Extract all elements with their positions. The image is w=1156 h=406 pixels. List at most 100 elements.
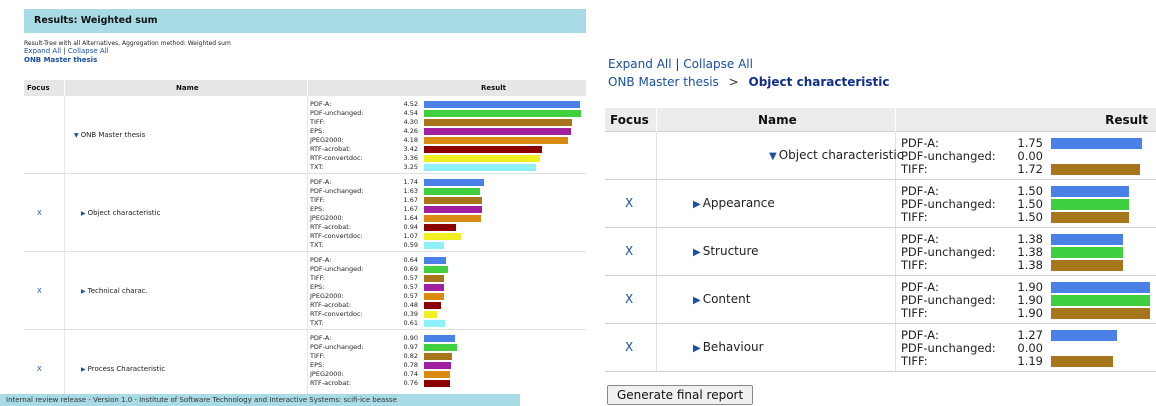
result-value: 0.82 bbox=[403, 352, 418, 360]
result-bar bbox=[424, 215, 481, 222]
table-row-behaviour: X ▶ Behaviour PDF-A: 1.27 PDF-unchanged: 0.00 T… bbox=[605, 324, 1156, 372]
result-line: EPS: 0.78 bbox=[310, 361, 582, 370]
expanded-triangle-icon[interactable]: ▼ bbox=[74, 132, 79, 139]
results-title-bar: Results: Weighted sum bbox=[24, 9, 586, 33]
column-divider bbox=[656, 324, 657, 371]
focus-link[interactable]: X bbox=[625, 196, 633, 210]
collapsed-triangle-icon[interactable]: ▶ bbox=[81, 210, 86, 217]
result-line: PDF-A: 4.52 bbox=[310, 100, 582, 109]
table-body: ▼ ONB Master thesis PDF-A: 4.52 PDF-unchange… bbox=[24, 96, 586, 406]
column-divider bbox=[895, 180, 896, 227]
focus-link[interactable]: X bbox=[37, 209, 42, 217]
tree-node[interactable]: ▼ Object characteristic bbox=[769, 148, 903, 162]
table-row-technical-charac: X ▶ Technical charac. PDF-A: 0.64 PDF-unchang… bbox=[24, 252, 586, 330]
result-list: PDF-A: 1.27 PDF-unchanged: 0.00 TIFF: 1.19 bbox=[901, 329, 1155, 368]
alternative-label: PDF-unchanged: bbox=[310, 187, 364, 195]
tree-node[interactable]: ▶ Behaviour bbox=[693, 340, 764, 354]
result-value: 0.57 bbox=[403, 292, 418, 300]
result-line: RTF-acrobat: 0.76 bbox=[310, 379, 582, 388]
result-line: TIFF: 1.19 bbox=[901, 355, 1155, 368]
alternative-label: TIFF: bbox=[310, 274, 326, 282]
result-bar bbox=[1051, 138, 1142, 149]
collapsed-triangle-icon[interactable]: ▶ bbox=[693, 247, 701, 258]
result-line: EPS: 4.26 bbox=[310, 127, 582, 136]
breadcrumb-root-link[interactable]: ONB Master thesis bbox=[608, 75, 719, 89]
table-row-onb-master-thesis: ▼ ONB Master thesis PDF-A: 4.52 PDF-unchange… bbox=[24, 96, 586, 174]
result-line: EPS: 1.67 bbox=[310, 205, 582, 214]
result-bar bbox=[424, 128, 571, 135]
collapse-all-link[interactable]: Collapse All bbox=[68, 47, 109, 55]
result-value: 0.74 bbox=[403, 370, 418, 378]
expand-all-link[interactable]: Expand All bbox=[24, 47, 61, 55]
result-value: 3.42 bbox=[403, 145, 418, 153]
result-list: PDF-A: 1.90 PDF-unchanged: 1.90 TIFF: 1.90 bbox=[901, 281, 1155, 320]
result-line: TIFF: 0.57 bbox=[310, 274, 582, 283]
link-separator: | bbox=[63, 47, 66, 55]
result-value: 1.67 bbox=[403, 205, 418, 213]
result-bar bbox=[424, 344, 457, 351]
tree-node[interactable]: ▶ Process Characteristic bbox=[81, 365, 165, 373]
alternative-label: JPEG2000: bbox=[310, 292, 344, 300]
collapsed-triangle-icon[interactable]: ▶ bbox=[81, 366, 86, 373]
result-bar bbox=[1051, 164, 1140, 175]
tree-node[interactable]: ▶ Object characteristic bbox=[81, 209, 160, 217]
result-value: 4.54 bbox=[403, 109, 418, 117]
tree-node[interactable]: ▼ ONB Master thesis bbox=[74, 131, 145, 139]
collapsed-triangle-icon[interactable]: ▶ bbox=[693, 199, 701, 210]
focus-link[interactable]: X bbox=[625, 340, 633, 354]
column-divider bbox=[656, 132, 657, 179]
result-line: PDF-unchanged: 1.63 bbox=[310, 187, 582, 196]
column-divider bbox=[307, 96, 308, 173]
result-bar bbox=[424, 206, 482, 213]
result-line: RTF-convertdoc: 1.07 bbox=[310, 232, 582, 241]
result-list: PDF-A: 1.50 PDF-unchanged: 1.50 TIFF: 1.50 bbox=[901, 185, 1155, 224]
collapsed-triangle-icon[interactable]: ▶ bbox=[81, 288, 86, 295]
result-bar bbox=[424, 353, 452, 360]
tree-node-label: Structure bbox=[702, 244, 759, 258]
breadcrumb: ONB Master thesis > Object characteristi… bbox=[608, 75, 889, 89]
result-bar bbox=[424, 335, 455, 342]
collapsed-triangle-icon[interactable]: ▶ bbox=[693, 295, 701, 306]
result-line: EPS: 0.57 bbox=[310, 283, 582, 292]
result-line: TIFF: 4.30 bbox=[310, 118, 582, 127]
table-body: ▼ Object characteristic PDF-A: 1.75 PDF-unch… bbox=[605, 132, 1156, 372]
result-bar bbox=[424, 362, 451, 369]
header-divider bbox=[64, 80, 65, 96]
result-column-header: Result bbox=[481, 84, 507, 92]
result-line: TXT: 0.61 bbox=[310, 319, 582, 328]
result-line: RTF-acrobat: 3.42 bbox=[310, 145, 582, 154]
result-bar bbox=[1051, 282, 1150, 293]
focus-link[interactable]: X bbox=[37, 287, 42, 295]
result-value: 1.38 bbox=[1017, 258, 1043, 272]
tree-node[interactable]: ▶ Structure bbox=[693, 244, 759, 258]
result-list: PDF-A: 1.75 PDF-unchanged: 0.00 TIFF: 1.72 bbox=[901, 137, 1155, 176]
alternative-label: TXT: bbox=[310, 241, 324, 249]
collapse-all-link[interactable]: Collapse All bbox=[683, 57, 753, 71]
result-bar bbox=[424, 197, 482, 204]
tree-node[interactable]: ▶ Content bbox=[693, 292, 750, 306]
result-value: 1.07 bbox=[403, 232, 418, 240]
breadcrumb-root-link[interactable]: ONB Master thesis bbox=[24, 56, 97, 64]
generate-final-report-button[interactable]: Generate final report bbox=[607, 385, 754, 405]
focus-link[interactable]: X bbox=[37, 365, 42, 373]
result-bar bbox=[1051, 186, 1129, 197]
tree-node[interactable]: ▶ Appearance bbox=[693, 196, 775, 210]
result-line: JPEG2000: 0.74 bbox=[310, 370, 582, 379]
alternative-label: PDF-A: bbox=[310, 178, 332, 186]
result-line: JPEG2000: 1.64 bbox=[310, 214, 582, 223]
result-bar bbox=[424, 371, 450, 378]
name-column-header: Name bbox=[758, 113, 797, 127]
tree-node[interactable]: ▶ Technical charac. bbox=[81, 287, 148, 295]
alternative-label: RTF-acrobat: bbox=[310, 145, 352, 153]
expand-all-link[interactable]: Expand All bbox=[608, 57, 672, 71]
breadcrumb-separator: > bbox=[728, 75, 739, 89]
result-line: TXT: 3.25 bbox=[310, 163, 582, 172]
collapsed-triangle-icon[interactable]: ▶ bbox=[693, 343, 701, 354]
result-line: PDF-A: 1.74 bbox=[310, 178, 582, 187]
result-value: 1.63 bbox=[403, 187, 418, 195]
focus-link[interactable]: X bbox=[625, 292, 633, 306]
expanded-triangle-icon[interactable]: ▼ bbox=[769, 151, 777, 162]
focus-link[interactable]: X bbox=[625, 244, 633, 258]
result-bar bbox=[424, 242, 444, 249]
result-line: JPEG2000: 4.18 bbox=[310, 136, 582, 145]
